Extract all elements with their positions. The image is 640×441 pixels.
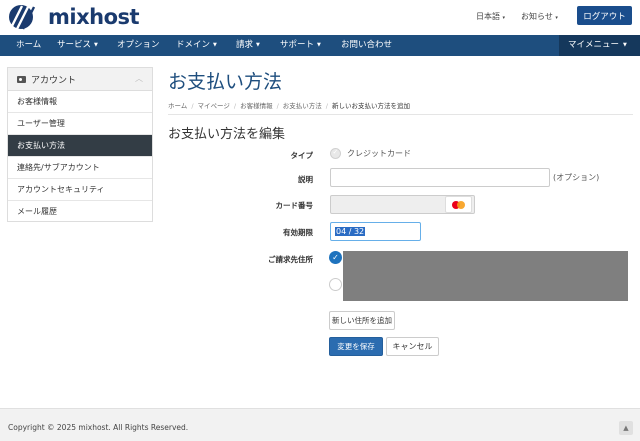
logo-mark-icon [9, 5, 36, 30]
billing-address-label: ご請求先住所 [268, 255, 313, 264]
chevron-down-icon: ▼ [213, 42, 217, 48]
cancel-button[interactable]: キャンセル [386, 337, 439, 356]
description-label: 説明 [298, 175, 313, 184]
nav-home[interactable]: ホーム [16, 35, 41, 56]
expiry-input[interactable]: 04 / 32 [330, 222, 421, 241]
chevron-down-icon: ▼ [256, 42, 260, 48]
breadcrumb-mypage[interactable]: マイページ [198, 102, 230, 110]
nav-billing[interactable]: 請求 ▼ [236, 35, 260, 56]
header: mixhost 日本語 ▾ お知らせ ▾ ログアウト [0, 0, 640, 35]
expiry-label: 有効期限 [283, 228, 313, 237]
breadcrumb-payment-methods[interactable]: お支払い方法 [283, 102, 322, 110]
save-button[interactable]: 変更を保存 [329, 337, 383, 356]
divider [168, 114, 633, 115]
footer: Copyright © 2025 mixhost. All Rights Res… [0, 408, 640, 441]
chevron-down-icon: ▼ [623, 42, 627, 48]
chevron-down-icon: ▼ [94, 42, 98, 48]
sidebar-header[interactable]: アカウント ︿ [8, 68, 152, 91]
account-sidebar: アカウント ︿ お客様情報 ユーザー管理 お支払い方法 連絡先/サブアカウント … [7, 67, 153, 222]
optional-text: (オプション) [553, 173, 600, 182]
sidebar-item-email-history[interactable]: メール履歴 [8, 201, 152, 223]
logout-button[interactable]: ログアウト [577, 6, 632, 25]
nav-contact[interactable]: お問い合わせ [341, 35, 392, 56]
mastercard-icon [445, 196, 472, 213]
page-title: お支払い方法 [168, 71, 283, 93]
card-number-label: カード番号 [275, 201, 314, 210]
breadcrumb-customer-info[interactable]: お客様情報 [240, 102, 273, 110]
breadcrumb-current: 新しいお支払い方法を追加 [332, 102, 410, 110]
logo[interactable]: mixhost [8, 4, 140, 30]
sidebar-title: アカウント [31, 75, 77, 86]
nav-options[interactable]: オプション [117, 35, 160, 56]
language-selector[interactable]: 日本語 ▾ [476, 11, 505, 22]
type-label: タイプ [290, 151, 314, 160]
chevron-down-icon: ▼ [317, 42, 321, 48]
address-radio-unselected[interactable] [329, 278, 342, 291]
address-radio-selected[interactable]: ✓ [329, 251, 342, 264]
my-menu[interactable]: マイメニュー ▼ [559, 35, 640, 56]
section-title: お支払い方法を編集 [168, 127, 286, 142]
description-input[interactable] [330, 168, 550, 187]
sidebar-item-customer-info[interactable]: お客様情報 [8, 91, 152, 113]
id-card-icon [17, 75, 26, 83]
back-to-top-icon[interactable]: ▲ [619, 421, 633, 435]
sidebar-item-payment-methods[interactable]: お支払い方法 [8, 135, 152, 157]
notices-menu[interactable]: お知らせ ▾ [521, 11, 558, 22]
type-value: クレジットカード [347, 149, 411, 158]
nav-domains[interactable]: ドメイン ▼ [176, 35, 217, 56]
logo-text: mixhost [48, 5, 140, 29]
expiry-value: 04 / 32 [335, 227, 366, 236]
chevron-up-icon[interactable]: ︿ [135, 73, 143, 84]
billing-address-redacted [343, 251, 628, 301]
type-radio [330, 148, 341, 159]
copyright-text: Copyright © 2025 mixhost. All Rights Res… [8, 423, 189, 432]
add-address-button[interactable]: 新しい住所を追加 [329, 311, 395, 330]
breadcrumb: ホーム / マイページ / お客様情報 / お支払い方法 / 新しいお支払い方法を追加 [168, 102, 410, 110]
nav-services[interactable]: サービス ▼ [57, 35, 98, 56]
sidebar-item-contacts[interactable]: 連絡先/サブアカウント [8, 157, 152, 179]
sidebar-item-user-management[interactable]: ユーザー管理 [8, 113, 152, 135]
sidebar-item-security[interactable]: アカウントセキュリティ [8, 179, 152, 201]
nav-support[interactable]: サポート ▼ [280, 35, 321, 56]
breadcrumb-home[interactable]: ホーム [168, 102, 187, 110]
main-nav: ホーム サービス ▼ オプション ドメイン ▼ 請求 ▼ サポート ▼ お問い合わせ マ… [0, 35, 640, 56]
